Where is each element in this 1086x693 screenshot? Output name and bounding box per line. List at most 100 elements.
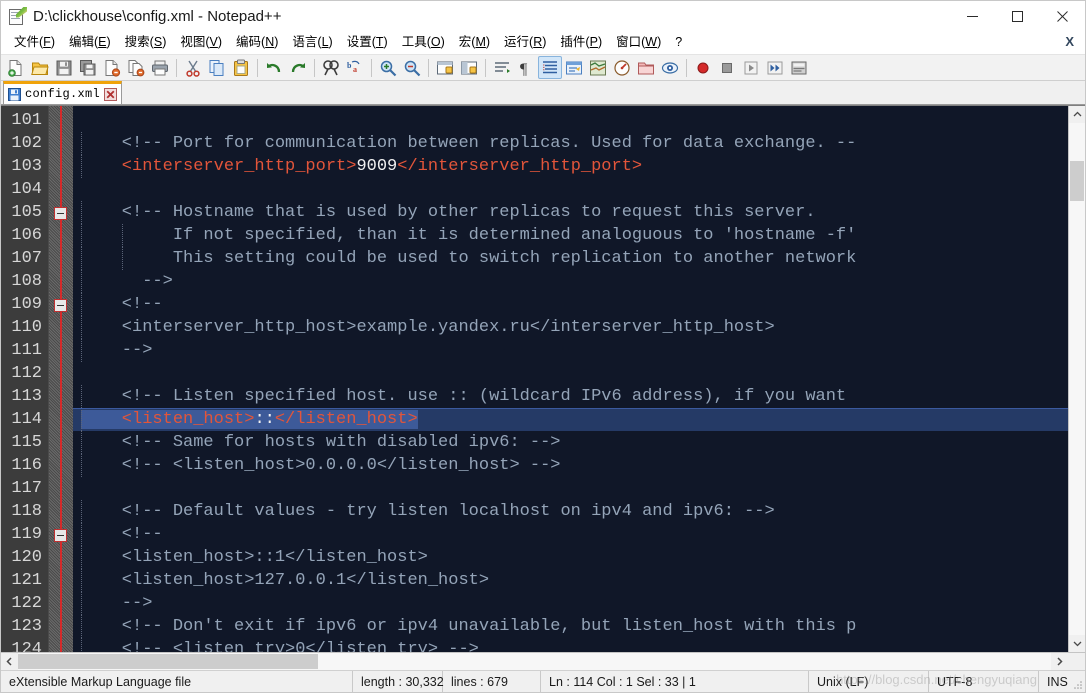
close-document-button[interactable]: X [1065, 34, 1074, 50]
fold-collapse-icon[interactable] [54, 299, 67, 312]
toolbar-button-close-all[interactable] [124, 56, 148, 79]
fold-row[interactable] [49, 431, 73, 454]
scroll-up-button[interactable] [1069, 106, 1085, 123]
code-line[interactable]: <interserver_http_host>example.yandex.ru… [73, 316, 1068, 339]
toolbar-button-close-file[interactable] [100, 56, 124, 79]
code-text-area[interactable]: <!-- Port for communication between repl… [73, 106, 1068, 652]
horizontal-scroll-thumb[interactable] [18, 654, 318, 669]
toolbar-button-indent-guide[interactable] [538, 56, 562, 79]
menu-item-edit[interactable]: 编辑(E) [62, 33, 118, 53]
toolbar-button-new-file[interactable] [4, 56, 28, 79]
fold-row[interactable] [49, 155, 73, 178]
code-line[interactable]: <!-- <listen_host>0.0.0.0</listen_host> … [73, 454, 1068, 477]
menu-item-search[interactable]: 搜索(S) [118, 33, 174, 53]
menu-item-help[interactable]: ? [668, 33, 689, 53]
code-line[interactable]: <listen_host>::1</listen_host> [73, 546, 1068, 569]
code-line[interactable]: <!-- Don't exit if ipv6 or ipv4 unavaila… [73, 615, 1068, 638]
fold-row[interactable] [49, 477, 73, 500]
status-eol-format[interactable]: Unix (LF) [809, 670, 929, 693]
fold-row[interactable] [49, 247, 73, 270]
fold-row[interactable] [49, 385, 73, 408]
code-line[interactable]: <!-- Same for hosts with disabled ipv6: … [73, 431, 1068, 454]
toolbar-button-run-macro-multiple[interactable] [763, 56, 787, 79]
fold-row[interactable] [49, 362, 73, 385]
toolbar-button-show-document-map[interactable] [586, 56, 610, 79]
fold-row[interactable] [49, 615, 73, 638]
fold-row[interactable] [49, 546, 73, 569]
tab-close-button[interactable] [104, 87, 118, 101]
fold-row[interactable] [49, 293, 73, 316]
toolbar-button-paste[interactable] [229, 56, 253, 79]
fold-row[interactable] [49, 109, 73, 132]
maximize-button[interactable] [995, 1, 1040, 32]
scroll-left-button[interactable] [1, 653, 18, 670]
toolbar-button-cut[interactable] [181, 56, 205, 79]
scroll-right-button[interactable] [1051, 653, 1068, 670]
scroll-down-button[interactable] [1069, 635, 1085, 652]
status-encoding[interactable]: UTF-8 [929, 670, 1039, 693]
toolbar-button-stop-recording[interactable] [715, 56, 739, 79]
menu-item-language[interactable]: 语言(L) [285, 33, 339, 53]
code-line-current[interactable]: <listen_host>::</listen_host> [73, 408, 1068, 431]
menu-item-encoding[interactable]: 编码(N) [229, 33, 285, 53]
code-line[interactable]: <!-- Port for communication between repl… [73, 132, 1068, 155]
resize-grip-icon[interactable] [1071, 678, 1083, 690]
horizontal-scrollbar[interactable] [1, 652, 1085, 670]
vertical-scroll-thumb[interactable] [1070, 161, 1084, 201]
fold-row[interactable] [49, 178, 73, 201]
code-line[interactable]: If not specified, than it is determined … [73, 224, 1068, 247]
toolbar-button-record-macro[interactable] [691, 56, 715, 79]
menu-item-macro[interactable]: 宏(M) [452, 33, 497, 53]
code-line[interactable] [73, 178, 1068, 201]
toolbar-button-word-wrap[interactable] [490, 56, 514, 79]
code-line[interactable]: This setting could be used to switch rep… [73, 247, 1068, 270]
fold-row[interactable] [49, 500, 73, 523]
fold-row[interactable] [49, 638, 73, 652]
menu-item-settings[interactable]: 设置(T) [340, 33, 395, 53]
fold-collapse-icon[interactable] [54, 207, 67, 220]
tab-config-xml[interactable]: config.xml [3, 81, 123, 104]
toolbar-button-zoom-out[interactable] [400, 56, 424, 79]
fold-row[interactable] [49, 132, 73, 155]
code-line[interactable]: <!-- <listen_try>0</listen_try> --> [73, 638, 1068, 652]
code-folding-margin[interactable] [49, 106, 73, 652]
toolbar-button-find[interactable] [319, 56, 343, 79]
vertical-scroll-track[interactable] [1069, 123, 1085, 635]
code-line[interactable]: <interserver_http_port>9009</interserver… [73, 155, 1068, 178]
toolbar-button-redo[interactable] [286, 56, 310, 79]
toolbar-button-replace[interactable]: ba [343, 56, 367, 79]
fold-row[interactable] [49, 569, 73, 592]
vertical-scrollbar[interactable] [1068, 106, 1085, 652]
code-line[interactable]: --> [73, 270, 1068, 293]
menu-item-plugins[interactable]: 插件(P) [553, 33, 609, 53]
toolbar-button-print[interactable] [148, 56, 172, 79]
toolbar-button-sync-vertical-scroll[interactable] [433, 56, 457, 79]
toolbar-button-save[interactable] [52, 56, 76, 79]
code-line[interactable]: <!-- [73, 523, 1068, 546]
fold-collapse-icon[interactable] [54, 529, 67, 542]
fold-row[interactable] [49, 592, 73, 615]
fold-row[interactable] [49, 201, 73, 224]
fold-row[interactable] [49, 224, 73, 247]
toolbar-button-save-all[interactable] [76, 56, 100, 79]
menu-item-window[interactable]: 窗口(W) [609, 33, 668, 53]
menu-item-tools[interactable]: 工具(O) [395, 33, 452, 53]
code-line[interactable]: --> [73, 592, 1068, 615]
toolbar-button-monitoring[interactable] [658, 56, 682, 79]
toolbar-button-open-file[interactable] [28, 56, 52, 79]
close-window-button[interactable] [1040, 1, 1085, 32]
minimize-button[interactable] [950, 1, 995, 32]
code-line[interactable]: <!-- Default values - try listen localho… [73, 500, 1068, 523]
code-line[interactable] [73, 362, 1068, 385]
menu-item-file[interactable]: 文件(F) [7, 33, 62, 53]
fold-row[interactable] [49, 339, 73, 362]
toolbar-button-copy[interactable] [205, 56, 229, 79]
fold-row[interactable] [49, 270, 73, 293]
toolbar-button-folder-as-workspace[interactable] [634, 56, 658, 79]
editor-scroll-area[interactable]: 101 102 103 104 105 106 107 108 109 110 111 112 113 1… [1, 106, 1068, 652]
toolbar-button-zoom-in[interactable] [376, 56, 400, 79]
toolbar-button-show-all-chars[interactable]: ¶ [514, 56, 538, 79]
menu-item-view[interactable]: 视图(V) [173, 33, 229, 53]
toolbar-button-user-defined-dialog[interactable] [562, 56, 586, 79]
code-line[interactable] [73, 477, 1068, 500]
